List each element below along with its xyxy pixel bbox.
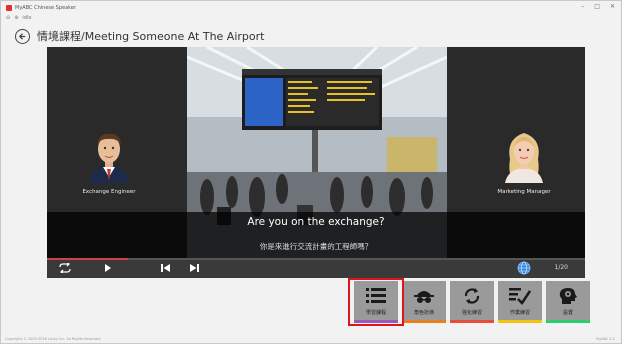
app-icon: [6, 4, 12, 11]
mode-bar-homework: [498, 320, 542, 323]
mode-label-settings: 設置: [562, 310, 573, 316]
mode-label-drill: 強化練習: [461, 310, 482, 316]
mode-button-homework[interactable]: 作業練習: [498, 281, 542, 323]
mode-button-drill[interactable]: 強化練習: [450, 281, 494, 323]
status-text: idle: [22, 15, 32, 21]
spy-icon: [414, 291, 434, 303]
avatar-exchange-engineer: [89, 133, 129, 183]
settings-head-icon: [559, 288, 577, 304]
playback-controls: 1/20: [47, 258, 585, 278]
app-window: MyABC Chinese Speaker – □ ✕ ⊖ ⊕ idle 情境課…: [0, 0, 622, 344]
mode-label-homework: 作業練習: [509, 310, 530, 316]
progress-fill: [47, 258, 128, 260]
window-title: MyABC Chinese Speaker: [15, 4, 77, 11]
mode-label-roleplay: 角色扮演: [413, 310, 434, 316]
character-right-label: Marketing Manager: [497, 189, 551, 195]
mode-bar-roleplay: [402, 320, 446, 323]
copyright-text: Copyright © 2009-2016 Lucky Inc. All Rig…: [5, 337, 101, 341]
subtitle-english: Are you on the exchange?: [247, 216, 385, 228]
page-title: 情境課程/Meeting Someone At The Airport: [37, 30, 265, 43]
zoom-out-icon[interactable]: ⊖: [6, 15, 10, 21]
minimize-icon[interactable]: –: [581, 3, 584, 10]
play-button[interactable]: [104, 263, 112, 276]
close-icon[interactable]: ✕: [610, 3, 615, 10]
repeat-icon: [59, 261, 71, 275]
next-button[interactable]: [190, 263, 199, 276]
progress-bar[interactable]: [47, 258, 585, 260]
mode-button-settings[interactable]: 設置: [546, 281, 590, 323]
version-text: MyABC 4.2: [596, 337, 615, 341]
repeat-button[interactable]: [59, 261, 71, 276]
character-left[interactable]: Exchange Engineer: [78, 129, 140, 195]
window-controls: – □ ✕: [581, 3, 615, 10]
next-icon: [190, 264, 199, 272]
maximize-icon[interactable]: □: [594, 3, 600, 10]
mode-bar-drill: [450, 320, 494, 323]
arrow-left-icon: [18, 32, 26, 40]
toolbar: ⊖ ⊕ idle: [1, 14, 621, 22]
title-bar: MyABC Chinese Speaker – □ ✕: [1, 1, 621, 14]
mode-button-roleplay[interactable]: 角色扮演: [402, 281, 446, 323]
previous-icon: [161, 264, 170, 272]
character-right[interactable]: Marketing Manager: [489, 129, 559, 195]
page-counter: 1/20: [554, 264, 568, 271]
globe-icon: [517, 261, 531, 275]
play-icon: [105, 264, 111, 272]
header: 情境課程/Meeting Someone At The Airport: [15, 27, 264, 45]
back-button[interactable]: [15, 28, 30, 44]
lesson-stage: Exchange Engineer Marketing Manager Are …: [47, 47, 585, 258]
subtitle-chinese: 你是來進行交流計畫的工程師嗎？: [259, 242, 373, 251]
selected-mode-highlight: [348, 278, 404, 326]
language-button[interactable]: [517, 261, 531, 278]
mode-bar-settings: [546, 320, 590, 323]
cycle-icon: [464, 288, 480, 304]
character-left-label: Exchange Engineer: [82, 189, 136, 195]
avatar-marketing-manager: [505, 133, 543, 183]
checklist-icon: [509, 288, 531, 305]
zoom-in-icon[interactable]: ⊕: [14, 15, 18, 21]
previous-button[interactable]: [161, 263, 170, 276]
